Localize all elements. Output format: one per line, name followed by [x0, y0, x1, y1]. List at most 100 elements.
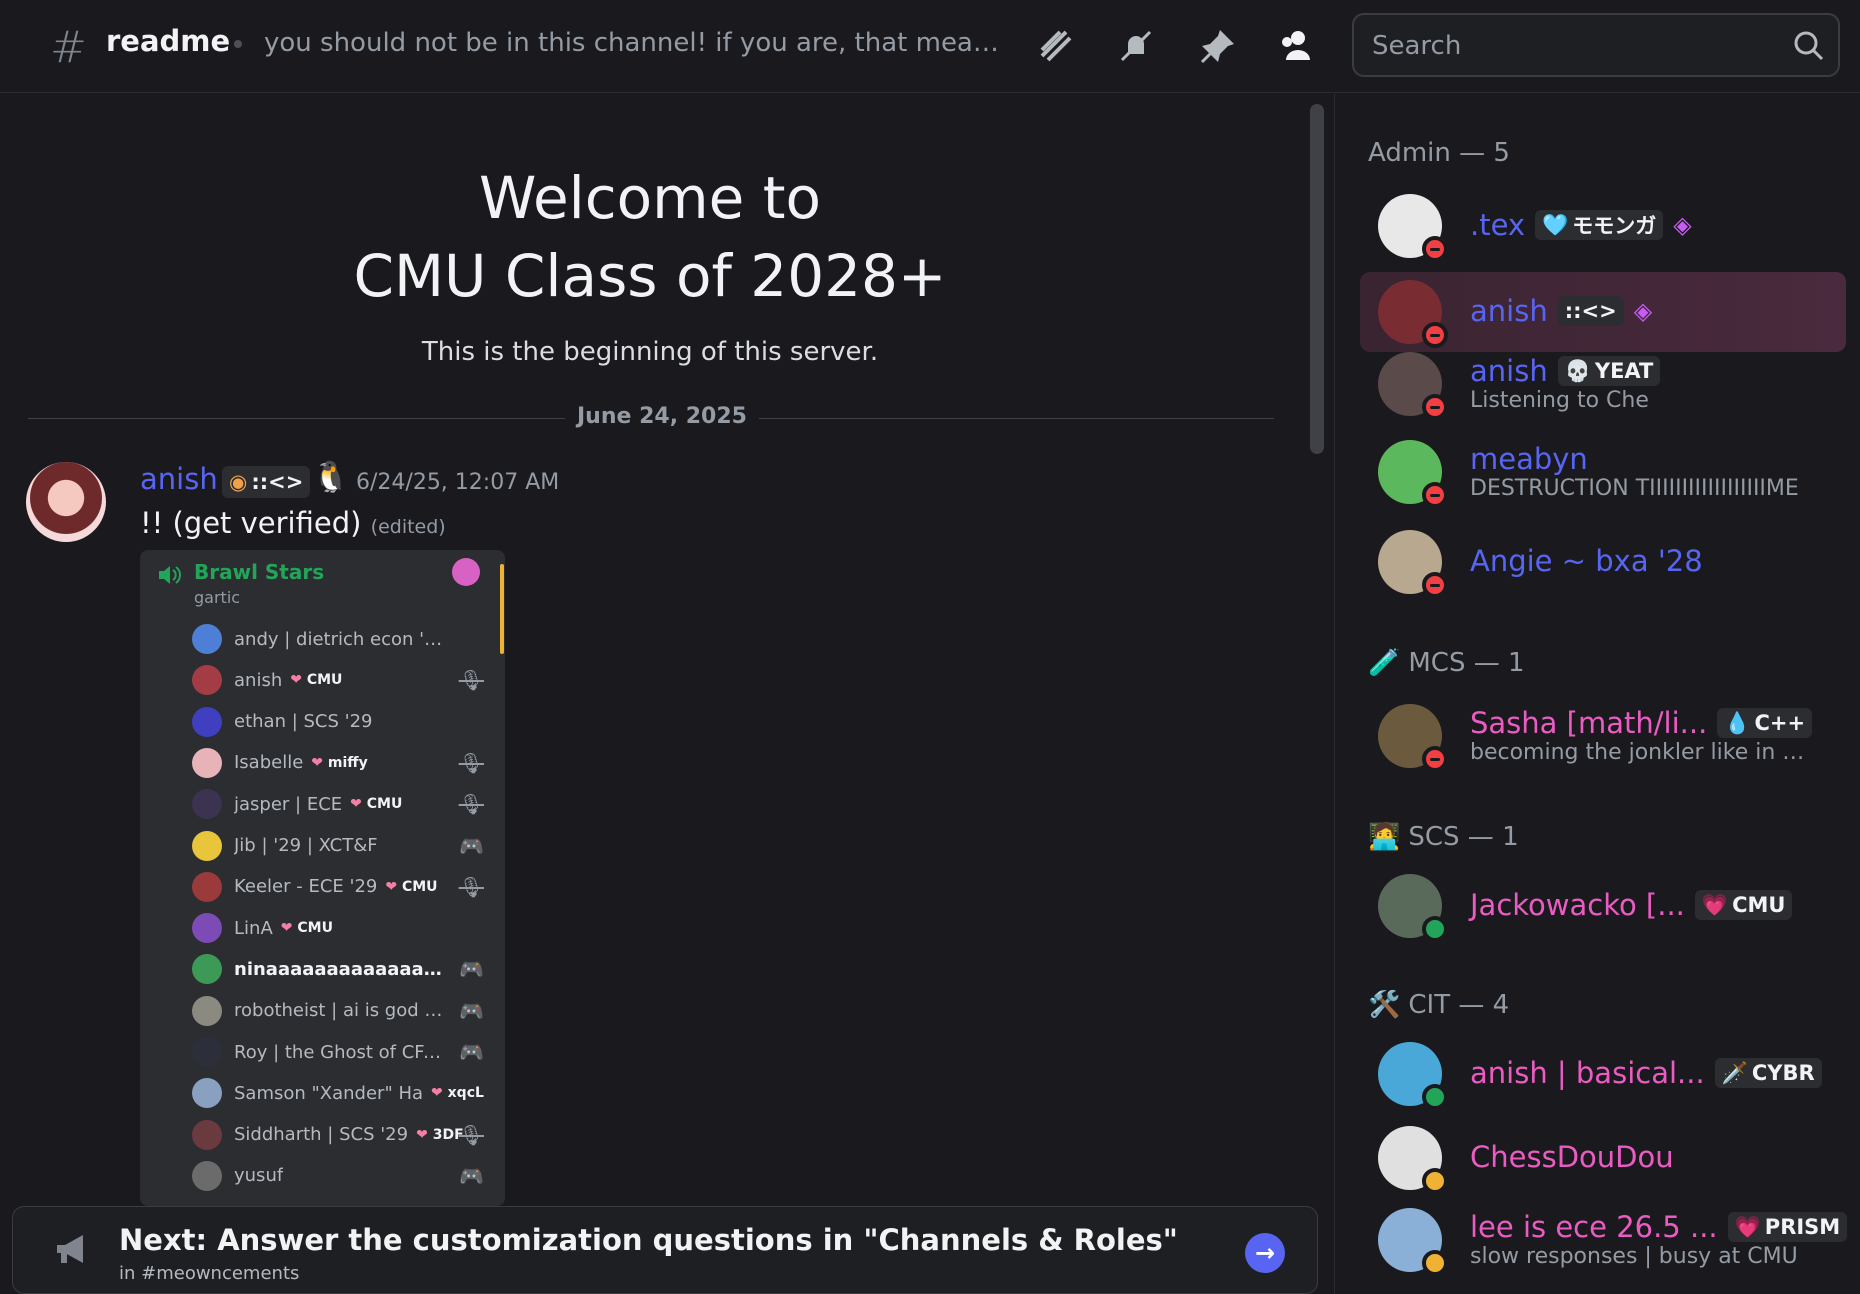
member-item[interactable]: Sasha [math/li... 💧 C++ becoming the jonkle…: [1360, 696, 1846, 776]
next-arrow-button[interactable]: →: [1245, 1233, 1285, 1273]
status-dnd-icon: [1422, 236, 1448, 262]
member-name-row: .tex 🩵 モモンガ ◈: [1470, 208, 1692, 242]
guild-tag[interactable]: 💗 PRISM: [1727, 1212, 1848, 1242]
voice-member-name: yusuf: [234, 1165, 284, 1187]
next-step-title: Next: Answer the customization questions…: [119, 1223, 1178, 1257]
member-name: lee is ece 26.5 ...: [1470, 1210, 1718, 1244]
heart-icon: ❤: [280, 920, 298, 937]
member-name-row: anish 💀 YEAT: [1470, 354, 1661, 388]
heart-icon: ❤: [431, 1085, 448, 1102]
member-tag: ❤ CMU: [290, 672, 343, 689]
welcome-subtitle: This is the beginning of this server.: [421, 337, 879, 367]
tag-logo-icon: 🩵: [1542, 212, 1569, 237]
member-item[interactable]: ChessDouDou: [1360, 1118, 1846, 1198]
guild-tag[interactable]: ◉::<>: [222, 466, 311, 498]
avatar: [192, 665, 222, 696]
mute-notifications-icon[interactable]: [1112, 22, 1160, 70]
member-group-header: 🧪 MCS — 1: [1368, 648, 1525, 678]
message-content: !! (get verified) (edited): [140, 506, 446, 540]
heart-icon: ❤: [416, 1126, 433, 1143]
group-icon: 🛠️: [1368, 990, 1401, 1020]
avatar: [192, 830, 222, 861]
member-name-row: lee is ece 26.5 ... 💗 PRISM: [1470, 1210, 1848, 1244]
avatar: [192, 1037, 222, 1067]
avatar: [192, 871, 222, 902]
voice-member-row[interactable]: robotheist | ai is god | scs... 🎮: [192, 992, 492, 1030]
voice-member-row[interactable]: Roy | the Ghost of CFA '29 🎮: [192, 1033, 492, 1071]
voice-member-row[interactable]: LinA ❤ CMU: [192, 909, 492, 947]
chat-scrollbar[interactable]: [1310, 104, 1324, 454]
next-step-banner[interactable]: Next: Answer the customization questions…: [12, 1206, 1318, 1294]
guild-tag[interactable]: 🗡️ CYBR: [1714, 1058, 1822, 1088]
member-name-row: Jackowacko [... 💗 CMU: [1470, 888, 1793, 922]
member-item[interactable]: meabyn DESTRUCTION TIIIIIIIIIIIIIIIIIIME: [1360, 432, 1846, 512]
member-item[interactable]: Angie ~ bxa '28: [1360, 522, 1846, 602]
threads-icon[interactable]: [1032, 22, 1080, 70]
tag-logo-icon: 💧: [1724, 710, 1751, 735]
member-name-row: Sasha [math/li... 💧 C++: [1470, 706, 1813, 740]
member-item[interactable]: anish::<> ◈: [1360, 272, 1846, 352]
voice-member-row[interactable]: Jib | '29 | XCT&F 🎮: [192, 827, 492, 865]
member-name: .tex: [1470, 208, 1526, 242]
date-divider-label: June 24, 2025: [565, 404, 759, 429]
voice-member-row[interactable]: ethan | SCS '29: [192, 703, 492, 741]
member-item[interactable]: Jackowacko [... 💗 CMU: [1360, 866, 1846, 946]
member-status-text: DESTRUCTION TIIIIIIIIIIIIIIIIIIME: [1470, 476, 1799, 501]
status-idle-icon: [1422, 1168, 1448, 1194]
heart-icon: ❤: [350, 796, 367, 813]
pinned-messages-icon[interactable]: [1194, 22, 1242, 70]
avatar: [192, 1078, 222, 1109]
guild-tag[interactable]: 🩵 モモンガ: [1535, 210, 1664, 240]
guild-tag[interactable]: 💀 YEAT: [1557, 356, 1661, 386]
member-item[interactable]: lee is ece 26.5 ... 💗 PRISM slow responses …: [1360, 1200, 1848, 1280]
member-group-header: Admin — 5: [1368, 138, 1510, 168]
member-item[interactable]: anish 💀 YEAT Listening to Che: [1360, 344, 1846, 424]
group-icon: 🧑‍💻: [1368, 822, 1401, 852]
group-icon: 🧪: [1368, 648, 1401, 678]
member-item[interactable]: .tex 🩵 モモンガ ◈: [1360, 186, 1846, 266]
member-name-row: meabyn: [1470, 442, 1588, 476]
voice-member-name: LinA: [234, 917, 273, 939]
mic-muted-icon: 🎙: [458, 792, 484, 817]
voice-member-row[interactable]: Samson "Xander" Ha ❤ xqcL: [192, 1074, 492, 1112]
guild-tag[interactable]: 💗 CMU: [1694, 890, 1793, 920]
heart-icon: ❤: [311, 754, 328, 771]
heart-icon: ❤: [385, 878, 402, 895]
controller-icon: 🎮: [459, 1163, 484, 1188]
voice-channel-name[interactable]: Brawl Stars: [194, 560, 324, 584]
search-input[interactable]: Search: [1352, 13, 1840, 77]
voice-member-row[interactable]: andy | dietrich econ '29: [192, 620, 492, 658]
member-name: anish | basical...: [1470, 1056, 1705, 1090]
status-dnd-icon: [1422, 746, 1448, 772]
voice-member-row[interactable]: jasper | ECE ❤ CMU 🎙: [192, 785, 492, 823]
guild-tag[interactable]: 💧 C++: [1717, 708, 1813, 738]
member-list-icon[interactable]: [1272, 22, 1320, 70]
avatar: [192, 789, 222, 820]
mic-muted-icon: 🎙: [458, 1122, 484, 1147]
voice-member-name: Samson "Xander" Ha: [234, 1082, 424, 1104]
status-online-icon: [1422, 916, 1448, 942]
avatar[interactable]: [26, 462, 106, 542]
voice-member-row[interactable]: yusuf 🎮: [192, 1157, 492, 1195]
member-name: anish: [1470, 294, 1548, 328]
mic-muted-icon: 🎙: [458, 750, 484, 775]
message-author[interactable]: anish: [140, 462, 218, 496]
welcome-title-line1: Welcome to: [479, 164, 821, 232]
voice-member-row[interactable]: anish ❤ CMU 🎙: [192, 661, 492, 699]
member-name: anish: [1470, 354, 1548, 388]
guild-tag[interactable]: ::<>: [1557, 296, 1624, 326]
megaphone-icon: [57, 1235, 83, 1263]
channel-topic[interactable]: you should not be in this channel! if yo…: [264, 28, 1012, 58]
edited-label: (edited): [370, 516, 446, 538]
member-name-row: anish::<> ◈: [1470, 294, 1652, 328]
voice-member-row[interactable]: Keeler - ECE '29 ❤ CMU 🎙: [192, 868, 492, 906]
voice-member-row[interactable]: Isabelle ❤ miffy 🎙: [192, 744, 492, 782]
member-item[interactable]: anish | basical... 🗡️ CYBR: [1360, 1034, 1846, 1114]
member-name: meabyn: [1470, 442, 1588, 476]
voice-member-row[interactable]: ninaaaaaaaaaaaaaad | sc... 🎮: [192, 950, 492, 988]
voice-member-row[interactable]: Siddharth | SCS '29 ❤ 3DF 🎙: [192, 1116, 492, 1154]
member-tag: ❤ xqcL: [431, 1085, 484, 1102]
voice-channel-embed[interactable]: Brawl Stars gartic andy | dietrich econ …: [140, 550, 505, 1206]
member-name-row: ChessDouDou: [1470, 1140, 1674, 1174]
status-dnd-icon: [1422, 482, 1448, 508]
